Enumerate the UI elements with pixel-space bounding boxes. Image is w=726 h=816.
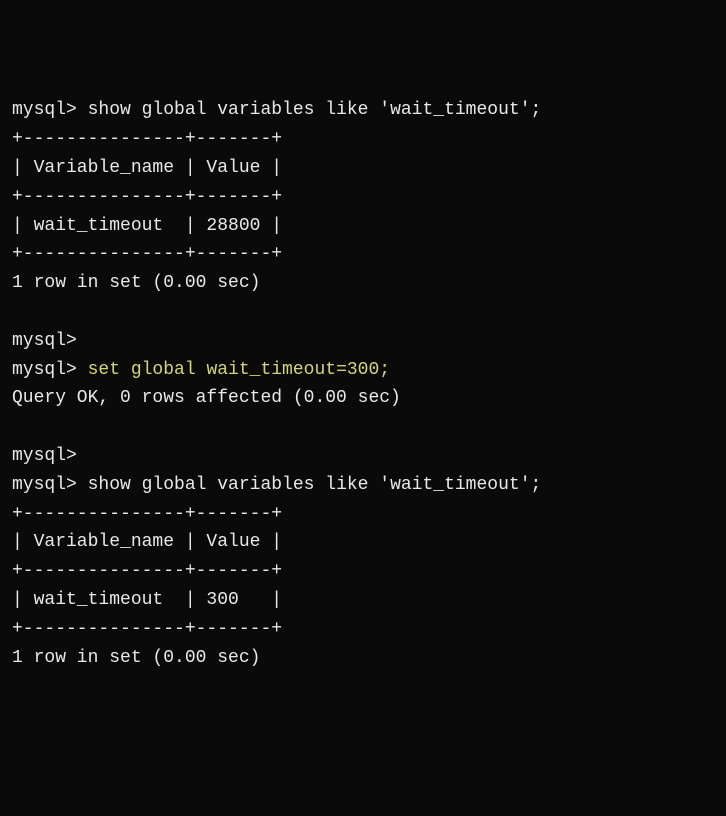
- output-text: Query OK, 0 rows affected (0.00 sec): [12, 388, 401, 408]
- output-text: +---------------+-------+: [12, 129, 282, 149]
- sql-command-highlight: set global wait_timeout=300;: [88, 360, 390, 380]
- terminal-line: +---------------+-------+: [12, 557, 714, 586]
- terminal-line: [12, 298, 714, 327]
- terminal-line: +---------------+-------+: [12, 183, 714, 212]
- terminal-line: 1 row in set (0.00 sec): [12, 269, 714, 298]
- output-text: +---------------+-------+: [12, 187, 282, 207]
- terminal-line: | wait_timeout | 28800 |: [12, 212, 714, 241]
- output-text: +---------------+-------+: [12, 561, 282, 581]
- terminal-line: +---------------+-------+: [12, 615, 714, 644]
- mysql-prompt: mysql>: [12, 360, 88, 380]
- mysql-prompt: mysql>: [12, 331, 77, 351]
- output-text: +---------------+-------+: [12, 504, 282, 524]
- output-text: | Variable_name | Value |: [12, 532, 282, 552]
- terminal-line: 1 row in set (0.00 sec): [12, 644, 714, 673]
- terminal-line: mysql>: [12, 442, 714, 471]
- terminal-line: Query OK, 0 rows affected (0.00 sec): [12, 384, 714, 413]
- output-text: | wait_timeout | 28800 |: [12, 216, 282, 236]
- terminal-line: mysql> set global wait_timeout=300;: [12, 356, 714, 385]
- output-text: +---------------+-------+: [12, 619, 282, 639]
- output-text: | Variable_name | Value |: [12, 158, 282, 178]
- sql-command: show global variables like 'wait_timeout…: [88, 100, 542, 120]
- terminal-line: mysql> show global variables like 'wait_…: [12, 471, 714, 500]
- output-text: +---------------+-------+: [12, 244, 282, 264]
- terminal-line: mysql>: [12, 327, 714, 356]
- mysql-prompt: mysql>: [12, 446, 77, 466]
- output-text: | wait_timeout | 300 |: [12, 590, 282, 610]
- mysql-prompt: mysql>: [12, 475, 88, 495]
- output-text: 1 row in set (0.00 sec): [12, 648, 260, 668]
- mysql-prompt: mysql>: [12, 100, 88, 120]
- terminal-line: [12, 413, 714, 442]
- sql-command: show global variables like 'wait_timeout…: [88, 475, 542, 495]
- terminal-line: | Variable_name | Value |: [12, 528, 714, 557]
- terminal-line: +---------------+-------+: [12, 125, 714, 154]
- terminal-line: +---------------+-------+: [12, 500, 714, 529]
- terminal-line: | wait_timeout | 300 |: [12, 586, 714, 615]
- terminal-line: | Variable_name | Value |: [12, 154, 714, 183]
- terminal-line: +---------------+-------+: [12, 240, 714, 269]
- terminal-output: mysql> show global variables like 'wait_…: [12, 96, 714, 672]
- terminal-line: mysql> show global variables like 'wait_…: [12, 96, 714, 125]
- output-text: 1 row in set (0.00 sec): [12, 273, 260, 293]
